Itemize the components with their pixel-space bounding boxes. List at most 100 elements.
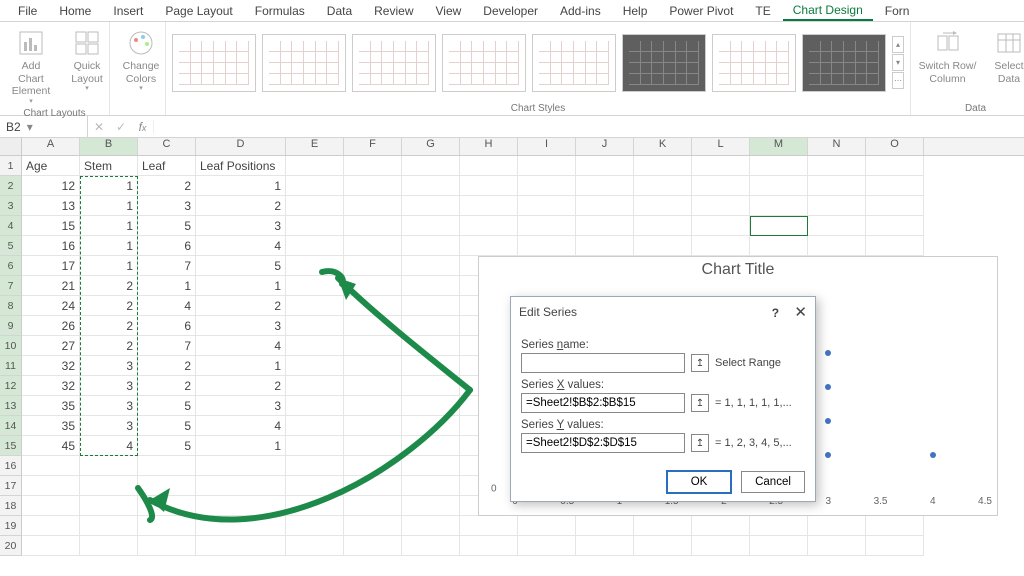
cell-K1[interactable] [634,156,692,176]
gallery-up-button[interactable]: ▴ [892,36,904,53]
cell-F5[interactable] [344,236,402,256]
col-header-D[interactable]: D [196,138,286,155]
row-header-8[interactable]: 8 [0,296,22,316]
cell-A12[interactable]: 32 [22,376,80,396]
cell-D4[interactable]: 3 [196,216,286,236]
row-header-16[interactable]: 16 [0,456,22,476]
cell-A16[interactable] [22,456,80,476]
cell-B13[interactable]: 3 [80,396,138,416]
row-header-6[interactable]: 6 [0,256,22,276]
cell-G19[interactable] [402,516,460,536]
cell-J1[interactable] [576,156,634,176]
cell-L5[interactable] [692,236,750,256]
col-header-J[interactable]: J [576,138,634,155]
cell-C4[interactable]: 5 [138,216,196,236]
cell-D10[interactable]: 4 [196,336,286,356]
row-header-2[interactable]: 2 [0,176,22,196]
row-header-9[interactable]: 9 [0,316,22,336]
cell-F15[interactable] [344,436,402,456]
cell-I1[interactable] [518,156,576,176]
cell-E12[interactable] [286,376,344,396]
row-header-1[interactable]: 1 [0,156,22,176]
add-chart-element-button[interactable]: Add Chart Element▾ [6,24,56,106]
col-header-G[interactable]: G [402,138,460,155]
cell-B20[interactable] [80,536,138,556]
col-header-E[interactable]: E [286,138,344,155]
cell-O3[interactable] [866,196,924,216]
cell-B2[interactable]: 1 [80,176,138,196]
col-header-F[interactable]: F [344,138,402,155]
cell-L2[interactable] [692,176,750,196]
cell-F19[interactable] [344,516,402,536]
cell-D7[interactable]: 1 [196,276,286,296]
cell-F2[interactable] [344,176,402,196]
cell-C5[interactable]: 6 [138,236,196,256]
cell-B12[interactable]: 3 [80,376,138,396]
chart-style-8[interactable] [802,34,886,92]
chart-point[interactable] [930,452,936,458]
cell-G20[interactable] [402,536,460,556]
cell-C8[interactable]: 4 [138,296,196,316]
cell-J3[interactable] [576,196,634,216]
menu-tab-insert[interactable]: Insert [103,2,153,20]
chart-style-3[interactable] [352,34,436,92]
cell-I4[interactable] [518,216,576,236]
row-header-3[interactable]: 3 [0,196,22,216]
row-header-5[interactable]: 5 [0,236,22,256]
menu-tab-add-ins[interactable]: Add-ins [550,2,611,20]
cell-D11[interactable]: 1 [196,356,286,376]
cell-F12[interactable] [344,376,402,396]
row-header-15[interactable]: 15 [0,436,22,456]
cell-D8[interactable]: 2 [196,296,286,316]
cell-G3[interactable] [402,196,460,216]
cell-D12[interactable]: 2 [196,376,286,396]
cell-A19[interactable] [22,516,80,536]
cell-A3[interactable]: 13 [22,196,80,216]
cell-D20[interactable] [196,536,286,556]
cell-E10[interactable] [286,336,344,356]
cell-D13[interactable]: 3 [196,396,286,416]
fx-icon[interactable]: fx [132,120,154,134]
row-header-11[interactable]: 11 [0,356,22,376]
cell-G4[interactable] [402,216,460,236]
cell-A20[interactable] [22,536,80,556]
gallery-down-button[interactable]: ▾ [892,54,904,71]
cell-C1[interactable]: Leaf [138,156,196,176]
cell-M3[interactable] [750,196,808,216]
cell-E7[interactable] [286,276,344,296]
col-header-A[interactable]: A [22,138,80,155]
cell-D2[interactable]: 1 [196,176,286,196]
row-header-7[interactable]: 7 [0,276,22,296]
cell-A9[interactable]: 26 [22,316,80,336]
series-x-collapse-button[interactable]: ↥ [691,394,709,412]
row-header-14[interactable]: 14 [0,416,22,436]
cell-G14[interactable] [402,416,460,436]
cell-B6[interactable]: 1 [80,256,138,276]
cell-L19[interactable] [692,516,750,536]
cell-A15[interactable]: 45 [22,436,80,456]
cell-A1[interactable]: Age [22,156,80,176]
cell-D15[interactable]: 1 [196,436,286,456]
cell-C3[interactable]: 3 [138,196,196,216]
cell-O2[interactable] [866,176,924,196]
cell-G18[interactable] [402,496,460,516]
cell-F10[interactable] [344,336,402,356]
cell-G7[interactable] [402,276,460,296]
cell-H2[interactable] [460,176,518,196]
cell-N5[interactable] [808,236,866,256]
cell-K2[interactable] [634,176,692,196]
cell-D16[interactable] [196,456,286,476]
cell-H1[interactable] [460,156,518,176]
cell-B4[interactable]: 1 [80,216,138,236]
row-header-12[interactable]: 12 [0,376,22,396]
chart-style-6[interactable] [622,34,706,92]
cell-C19[interactable] [138,516,196,536]
cell-F17[interactable] [344,476,402,496]
cell-G8[interactable] [402,296,460,316]
cell-B19[interactable] [80,516,138,536]
col-header-L[interactable]: L [692,138,750,155]
cell-G2[interactable] [402,176,460,196]
cell-G6[interactable] [402,256,460,276]
cell-E11[interactable] [286,356,344,376]
chart-point[interactable] [825,350,831,356]
